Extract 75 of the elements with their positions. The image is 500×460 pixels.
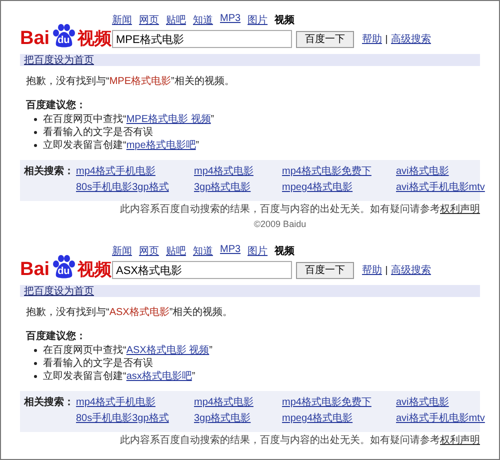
suggestion-link[interactable]: MPE格式电影 视频 (126, 114, 211, 125)
nav-link[interactable]: 图片 (248, 13, 268, 27)
bullet-icon (34, 144, 37, 147)
logo-text: 视频 (78, 260, 112, 279)
related-link[interactable]: 80s手机电影3gp格式 (76, 180, 194, 195)
logo-text: Bai (20, 260, 50, 279)
related-link[interactable]: avi格式手机电影mtv (396, 411, 486, 426)
bullet-icon (34, 375, 37, 378)
nav-link[interactable]: 贴吧 (166, 13, 186, 27)
related-link[interactable]: mp4格式电影免费下 (282, 164, 396, 179)
related-link[interactable]: mp4格式手机电影 (76, 164, 194, 179)
paw-icon (50, 255, 77, 279)
suggestion-text: 看看输入的文字是否有误 (43, 357, 153, 370)
nav-link[interactable]: 视频 (274, 13, 295, 27)
help-link[interactable]: 高级搜索 (391, 32, 431, 46)
set-homepage-link[interactable]: 把百度设为首页 (24, 284, 94, 298)
search-button[interactable]: 百度一下 (296, 262, 354, 278)
logo-text: du (58, 36, 70, 46)
suggestion-heading: 百度建议您： (26, 98, 87, 112)
related-link[interactable]: avi格式电影 (396, 164, 486, 179)
nav-link[interactable]: 贴吧 (166, 244, 186, 258)
nav-link[interactable]: MP3 (220, 244, 241, 258)
logo-text: du (58, 267, 70, 277)
suggestion-link[interactable]: ASX格式电影 视频 (126, 345, 210, 356)
bullet-icon (34, 362, 37, 365)
bullet-icon (34, 349, 37, 352)
related-link[interactable]: avi格式电影 (396, 395, 486, 410)
nav-link[interactable]: 知道 (193, 244, 213, 258)
suggestion-text: 在百度网页中查找“ASX格式电影 视频” (43, 344, 212, 357)
help-link[interactable]: 帮助 (362, 263, 382, 277)
related-link[interactable]: mp4格式电影 (194, 164, 282, 179)
suggestion-heading: 百度建议您： (26, 329, 87, 343)
rights-link[interactable]: 权利声明 (440, 204, 480, 215)
logo-text: Bai (20, 29, 50, 48)
related-label: 相关搜索： (24, 164, 75, 179)
logo-text: 视频 (78, 29, 112, 48)
nav-link[interactable]: 新闻 (112, 13, 132, 27)
nav-link[interactable]: 图片 (248, 244, 268, 258)
related-link[interactable]: mp4格式电影免费下 (282, 395, 396, 410)
search-field[interactable]: ASX格式电影 (112, 261, 292, 279)
set-homepage-link[interactable]: 把百度设为首页 (24, 53, 94, 67)
related-link[interactable]: 3gp格式电影 (194, 180, 282, 195)
suggestion-text: 在百度网页中查找“MPE格式电影 视频” (43, 113, 214, 126)
rights-link[interactable]: 权利声明 (440, 435, 480, 446)
suggestion-text: 立即发表留言创建“asx格式电影吧” (43, 370, 196, 383)
related-label: 相关搜索： (24, 396, 75, 410)
related-link[interactable]: avi格式手机电影mtv (396, 180, 486, 195)
paw-icon (50, 24, 77, 48)
disclaimer-text: 此内容系百度自动搜索的结果，百度与内容的出处无关。如有疑问请参考权利声明 (120, 435, 480, 447)
nav-link[interactable]: 知道 (193, 13, 213, 27)
suggestion-text: 看看输入的文字是否有误 (43, 126, 153, 139)
related-link[interactable]: mp4格式电影 (194, 395, 282, 410)
search-button[interactable]: 百度一下 (296, 30, 354, 48)
help-link[interactable]: 高级搜索 (391, 263, 431, 277)
related-link[interactable]: 80s手机电影3gp格式 (76, 411, 194, 426)
disclaimer-text: 此内容系百度自动搜索的结果，百度与内容的出处无关。如有疑问请参考权利声明 (120, 204, 480, 216)
no-results-message: 抱歉，没有找到与“MPE格式电影”相关的视频。 (26, 74, 236, 88)
related-link[interactable]: mpeg4格式电影 (282, 180, 396, 195)
copyright-text: ©2009 Baidu (252, 219, 308, 229)
related-link[interactable]: mpeg4格式电影 (282, 411, 396, 426)
nav-link[interactable]: 视频 (274, 244, 295, 258)
suggestion-text: 立即发表留言创建“mpe格式电影吧” (43, 139, 200, 152)
suggestion-link[interactable]: mpe格式电影吧 (126, 140, 196, 151)
related-link[interactable]: mp4格式手机电影 (76, 395, 194, 410)
bullet-icon (34, 131, 37, 134)
bullet-icon (34, 118, 37, 121)
nav-link[interactable]: 网页 (139, 244, 159, 258)
suggestion-link[interactable]: asx格式电影吧 (126, 371, 192, 382)
related-link[interactable]: 3gp格式电影 (194, 411, 282, 426)
nav-link[interactable]: 新闻 (112, 244, 132, 258)
help-link[interactable]: 帮助 (362, 32, 382, 46)
no-results-message: 抱歉，没有找到与“ASX格式电影”相关的视频。 (26, 306, 234, 319)
nav-link[interactable]: MP3 (220, 13, 241, 27)
search-field[interactable]: MPE格式电影 (112, 30, 292, 48)
nav-link[interactable]: 网页 (139, 13, 159, 27)
